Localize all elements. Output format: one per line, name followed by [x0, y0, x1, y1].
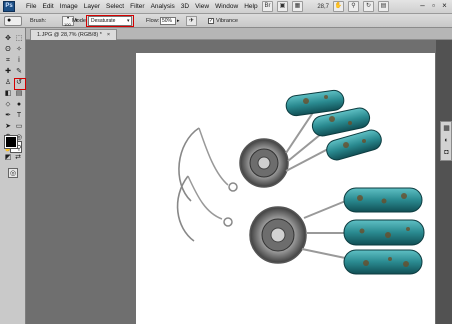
- minimize-button[interactable]: –: [418, 2, 427, 11]
- menu-view[interactable]: View: [192, 0, 212, 14]
- menu-3d[interactable]: 3D: [178, 0, 192, 14]
- mode-highlight: [86, 15, 134, 27]
- menu-filter[interactable]: Filter: [127, 0, 147, 14]
- path-select-tool-icon[interactable]: ➤: [3, 122, 13, 132]
- menu-edit[interactable]: Edit: [39, 0, 56, 14]
- blur-tool-icon[interactable]: ⬦: [3, 100, 13, 110]
- swap-colors-icon[interactable]: ⇄: [13, 153, 23, 163]
- brush-label: Brush:: [30, 18, 47, 24]
- foreground-color-swatch[interactable]: [4, 135, 18, 149]
- menu-analysis[interactable]: Analysis: [148, 0, 178, 14]
- pen-tool-icon[interactable]: ✒: [3, 111, 13, 121]
- tab-close-icon[interactable]: ×: [107, 32, 110, 38]
- type-tool-icon[interactable]: T: [14, 111, 24, 121]
- hand-icon[interactable]: ✋: [333, 1, 344, 12]
- eyedropper-tool-icon[interactable]: ⅰ: [14, 56, 24, 66]
- menu-window[interactable]: Window: [212, 0, 241, 14]
- eraser-tool-icon[interactable]: ◧: [3, 89, 13, 99]
- menu-help[interactable]: Help: [241, 0, 260, 14]
- document-tab[interactable]: 1.JPG @ 28,7% (RGB/8) * ×: [30, 29, 118, 40]
- options-bar: ● Brush: • 100 ▾ Mode: Desaturate ▾ Flow…: [0, 14, 452, 28]
- tool-preset-picker[interactable]: ●: [4, 16, 22, 26]
- rotate-icon[interactable]: ↻: [363, 1, 374, 12]
- brush-size: 100: [64, 22, 71, 27]
- flow-chevron-icon[interactable]: ▸: [177, 17, 182, 25]
- move-tool-icon[interactable]: ✥: [3, 34, 13, 44]
- sponge-preset-icon: ●: [7, 17, 12, 24]
- default-colors-icon[interactable]: ◩: [3, 153, 13, 163]
- crop-tool-icon[interactable]: ⌗: [3, 56, 13, 66]
- screen-mode-icon[interactable]: ▦: [292, 1, 303, 12]
- swatches-icon[interactable]: ▦: [442, 124, 451, 133]
- history-brush-tool-icon[interactable]: ↺: [14, 78, 24, 88]
- vibrance-label: Vibrance: [216, 18, 238, 24]
- menu-file[interactable]: File: [23, 0, 39, 14]
- vibrance-checkbox[interactable]: ✓: [208, 18, 214, 24]
- lasso-tool-icon[interactable]: ʘ: [3, 45, 13, 55]
- document-tabs: 1.JPG @ 28,7% (RGB/8) * ×: [26, 28, 452, 40]
- menu-bar: Ps File Edit Image Layer Select Filter A…: [0, 0, 452, 14]
- menu-select[interactable]: Select: [103, 0, 127, 14]
- photoshop-logo: Ps: [3, 1, 15, 12]
- bridge-icon[interactable]: Br: [262, 1, 273, 12]
- zoom-tool-icon[interactable]: ⚲: [348, 1, 359, 12]
- gradient-tool-icon[interactable]: ▤: [14, 89, 24, 99]
- flow-input[interactable]: 50%: [160, 17, 176, 25]
- zoom-level[interactable]: 28,7: [307, 4, 329, 10]
- collapsed-panels: ▦ ◐ ◘: [440, 121, 452, 161]
- application-bar: Br ▣ ▦ 28,7 ✋ ⚲ ↻ ▤: [262, 1, 389, 12]
- restore-button[interactable]: ▫: [429, 2, 438, 11]
- clone-stamp-tool-icon[interactable]: ♙: [3, 78, 13, 88]
- menu-image[interactable]: Image: [57, 0, 81, 14]
- airbrush-icon[interactable]: ✈: [186, 16, 197, 26]
- brush-tool-icon[interactable]: ✎: [14, 67, 24, 77]
- masks-icon[interactable]: ◘: [442, 148, 451, 157]
- shape-tool-icon[interactable]: ▭: [14, 122, 24, 132]
- flow-label: Flow:: [146, 18, 160, 24]
- mini-bridge-icon[interactable]: ▣: [277, 1, 288, 12]
- quick-select-tool-icon[interactable]: ✧: [14, 45, 24, 55]
- menu-list: File Edit Image Layer Select Filter Anal…: [23, 0, 261, 14]
- sponge-tool-icon[interactable]: ●: [14, 100, 24, 110]
- document-tab-label: 1.JPG @ 28,7% (RGB/8) *: [37, 32, 102, 38]
- quick-mask-icon[interactable]: ◎: [8, 168, 18, 178]
- earrings-photo: [176, 89, 425, 275]
- healing-brush-tool-icon[interactable]: ✚: [3, 67, 13, 77]
- marquee-tool-icon[interactable]: ⬚: [14, 34, 24, 44]
- right-dock: [436, 40, 452, 324]
- document-canvas[interactable]: [136, 53, 435, 324]
- adjustments-icon[interactable]: ◐: [442, 136, 451, 145]
- close-button[interactable]: ×: [440, 2, 449, 11]
- arrange-icon[interactable]: ▤: [378, 1, 389, 12]
- menu-layer[interactable]: Layer: [81, 0, 103, 14]
